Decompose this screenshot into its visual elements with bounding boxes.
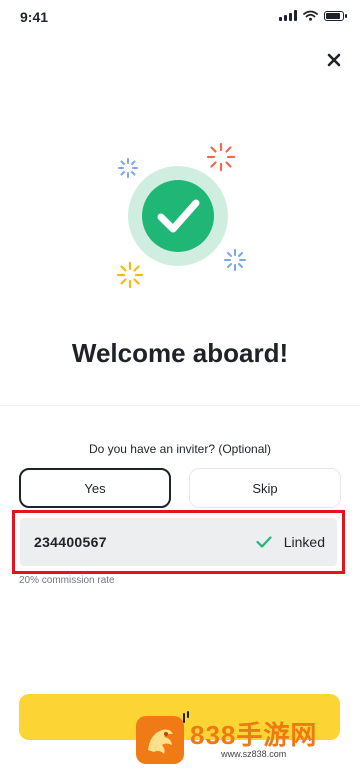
section-divider xyxy=(0,405,360,406)
referral-code-value: 234400567 xyxy=(34,534,107,550)
watermark-brand: 838手游网 xyxy=(190,720,318,750)
yes-button[interactable]: Yes xyxy=(19,468,171,508)
success-illustration xyxy=(116,142,246,289)
close-icon xyxy=(327,53,341,67)
referral-code-field[interactable]: 234400567 Linked xyxy=(20,518,337,566)
commission-rate-text: 20% commission rate xyxy=(19,575,115,586)
sparkle-blue-bottom-right-icon xyxy=(224,249,246,271)
watermark-site: www.sz838.com xyxy=(221,749,287,759)
linked-status: Linked xyxy=(256,534,325,550)
status-time: 9:41 xyxy=(20,9,49,25)
sparkle-yellow-bottom-left-icon xyxy=(116,261,144,289)
watermark-logo-icon xyxy=(136,716,184,764)
watermark: 838手游网 www.sz838.com xyxy=(136,714,336,766)
skip-button-label: Skip xyxy=(252,480,278,496)
wifi-icon xyxy=(303,10,318,21)
sparkle-red-top-right-icon xyxy=(206,142,236,172)
referral-highlight-box: 234400567 Linked xyxy=(12,510,345,574)
skip-button[interactable]: Skip xyxy=(189,468,341,508)
checkmark-icon xyxy=(256,536,272,548)
status-icons xyxy=(279,10,347,21)
status-bar: 9:41 xyxy=(0,0,360,36)
inviter-question: Do you have an inviter? (Optional) xyxy=(88,442,272,456)
linked-status-label: Linked xyxy=(283,534,325,550)
check-circle-icon xyxy=(142,180,214,252)
sparkle-blue-top-left-icon xyxy=(118,158,138,178)
page-title: Welcome aboard! xyxy=(71,338,289,368)
battery-icon xyxy=(324,10,347,21)
cellular-signal-icon xyxy=(279,10,297,21)
yes-button-label: Yes xyxy=(84,480,106,496)
close-button[interactable] xyxy=(320,46,348,74)
